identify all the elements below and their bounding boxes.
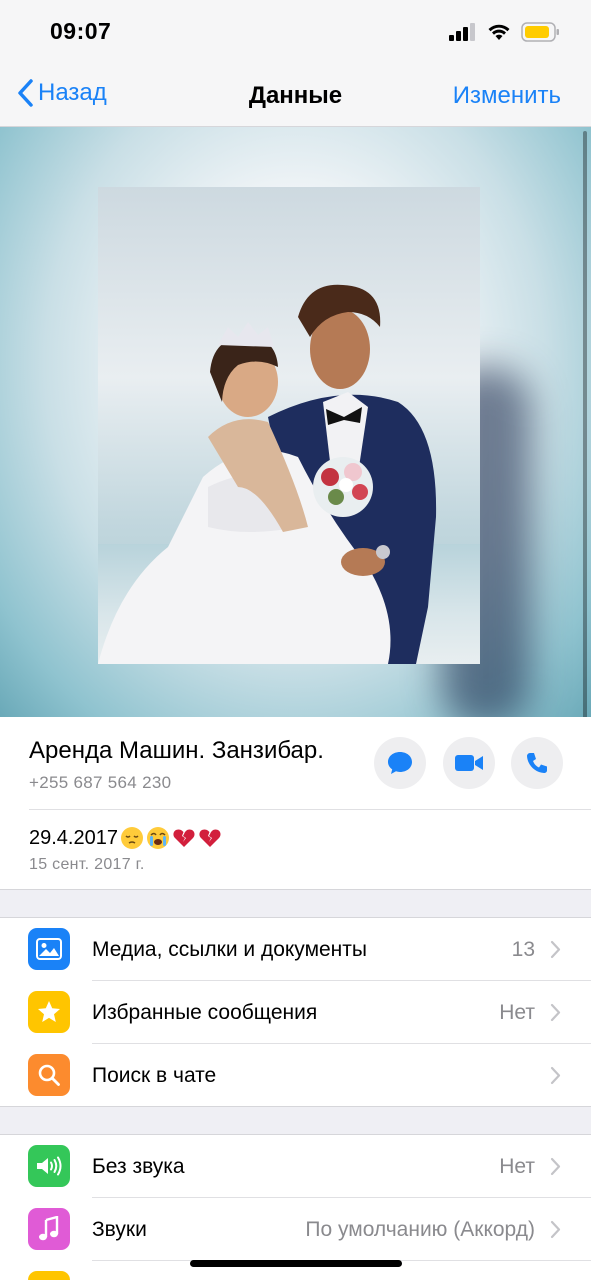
about-text: 29.4.2017 (29, 826, 222, 850)
contact-phone[interactable]: +255 687 564 230 (29, 773, 171, 793)
section-separator (0, 889, 591, 918)
status-time: 09:07 (50, 18, 112, 44)
sounds-row[interactable]: Звуки По умолчанию (Аккорд) (0, 1198, 591, 1261)
mute-row[interactable]: Без звука Нет (0, 1135, 591, 1198)
row-label: Медиа, ссылки и документы (92, 938, 367, 961)
section-separator (0, 1106, 591, 1135)
music-note-icon (28, 1208, 70, 1250)
contact-header: Аренда Машин. Занзибар. +255 687 564 230 (0, 717, 591, 809)
message-icon (388, 752, 412, 774)
edit-button[interactable]: Изменить (453, 82, 561, 110)
video-call-button[interactable] (443, 737, 495, 789)
status-icons (449, 22, 561, 42)
home-indicator[interactable] (190, 1260, 402, 1267)
row-value: Нет (499, 1155, 535, 1178)
cellular-signal-icon (449, 23, 475, 41)
chevron-right-icon (550, 1220, 561, 1239)
navigation-bar: Назад Данные Изменить (0, 62, 591, 127)
about-section: 29.4.2017 15 сент. 2017 г. (29, 809, 591, 889)
pensive-emoji-icon (120, 827, 143, 849)
speaker-icon (28, 1145, 70, 1187)
chevron-right-icon (550, 1003, 561, 1022)
wifi-icon (488, 24, 510, 40)
broken-heart-icon (173, 829, 195, 847)
search-in-chat-row[interactable]: Поиск в чате (0, 1044, 591, 1107)
starred-messages-row[interactable]: Избранные сообщения Нет (0, 981, 591, 1044)
row-value: 13 (511, 938, 535, 961)
about-date: 15 сент. 2017 г. (29, 856, 145, 873)
chevron-right-icon (550, 1157, 561, 1176)
message-button[interactable] (374, 737, 426, 789)
contact-name: Аренда Машин. Занзибар. (29, 737, 324, 764)
broken-heart-icon (199, 829, 221, 847)
profile-photo-area[interactable] (0, 127, 591, 717)
row-label: Без звука (92, 1155, 185, 1178)
search-icon (28, 1054, 70, 1096)
photo-icon (28, 928, 70, 970)
couple-illustration (98, 284, 437, 664)
battery-icon (521, 22, 559, 42)
row-label: Избранные сообщения (92, 1001, 318, 1024)
row-label: Поиск в чате (92, 1064, 217, 1087)
phone-call-icon (527, 753, 547, 773)
partial-row-icon (28, 1271, 70, 1280)
star-icon (28, 991, 70, 1033)
loudly-crying-emoji-icon (146, 827, 169, 849)
profile-photo[interactable] (98, 187, 480, 664)
media-links-docs-row[interactable]: Медиа, ссылки и документы 13 (0, 918, 591, 981)
video-call-icon (455, 755, 483, 771)
chevron-right-icon (550, 1066, 561, 1085)
row-value: По умолчанию (Аккорд) (305, 1218, 535, 1241)
chevron-right-icon (550, 940, 561, 959)
row-value: Нет (499, 1001, 535, 1024)
status-bar: 09:07 (0, 0, 591, 62)
phone-call-button[interactable] (511, 737, 563, 789)
row-label: Звуки (92, 1218, 147, 1241)
scroll-indicator (583, 131, 587, 717)
about-status-text: 29.4.2017 (29, 826, 118, 849)
